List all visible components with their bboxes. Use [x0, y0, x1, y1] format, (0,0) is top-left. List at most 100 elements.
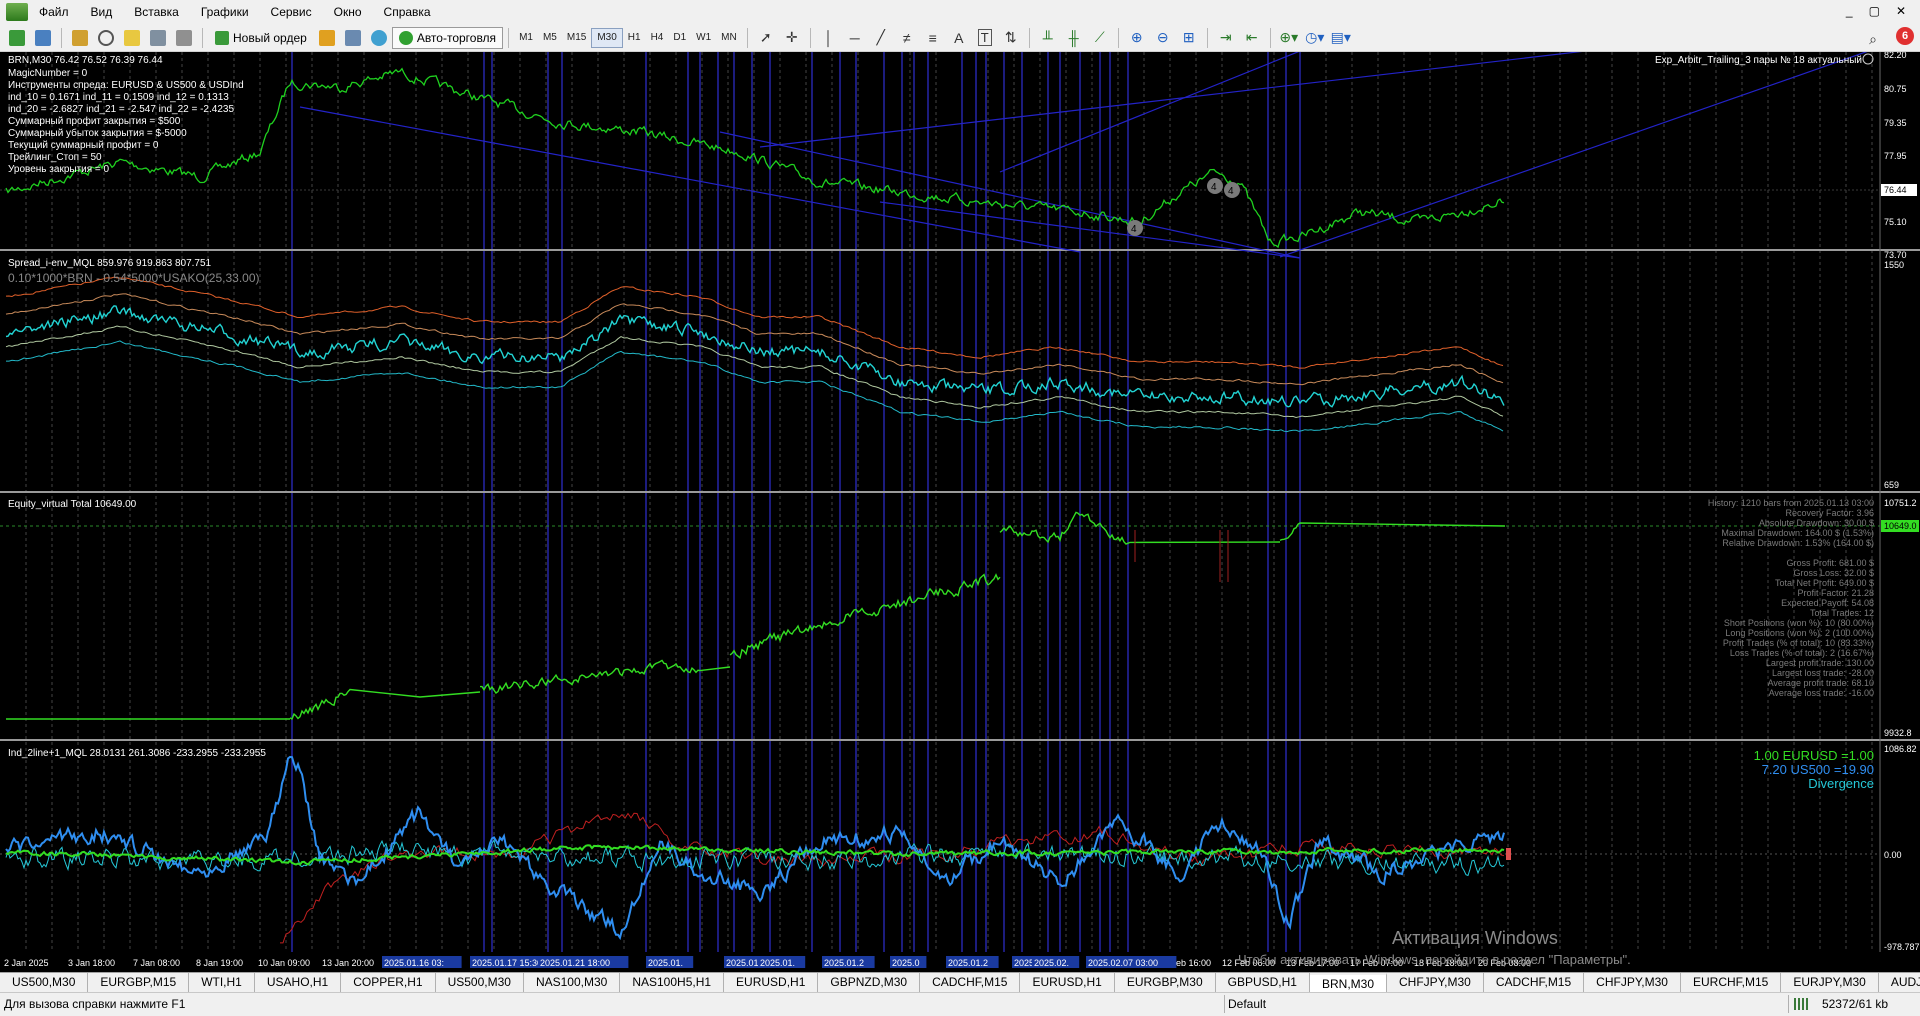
equity-stat: Average profit trade: 68.10 — [1768, 678, 1874, 688]
time-highlight-label: 2025.01.17 15:30 — [472, 958, 542, 968]
panel-header: BRN,M30 76.42 76.52 76.39 76.44 — [8, 55, 163, 66]
tf-w1[interactable]: W1 — [691, 28, 716, 48]
symbol-tab[interactable]: NAS100H5,H1 — [620, 973, 725, 992]
status-profile[interactable]: Default — [1228, 997, 1266, 1011]
tf-h1[interactable]: H1 — [623, 28, 646, 48]
navigator-button[interactable] — [121, 27, 143, 49]
metaeditor-button[interactable] — [316, 27, 338, 49]
tile-windows-button[interactable]: ⊞ — [1178, 27, 1200, 49]
tf-m15[interactable]: M15 — [562, 28, 591, 48]
zoom-in-button[interactable]: ⊕ — [1126, 27, 1148, 49]
arrows-button[interactable]: ⇅ — [1000, 27, 1022, 49]
chart-shift-button[interactable]: ⇤ — [1241, 27, 1263, 49]
osc-end-marker — [1506, 848, 1511, 860]
line-chart-button[interactable]: ⟋ — [1089, 27, 1111, 49]
menu-window[interactable]: Окно — [323, 0, 373, 24]
close-button[interactable]: ✕ — [1896, 4, 1906, 18]
chart-window[interactable]: 4 4 4 BRN,M30 76.42 76.52 76.39 76.44 Ma… — [0, 52, 1920, 972]
signals-button[interactable] — [342, 27, 364, 49]
vertical-line-button[interactable]: │ — [818, 27, 840, 49]
zoom-out-button[interactable]: ⊖ — [1152, 27, 1174, 49]
time-axis-label: 3 Jan 18:00 — [68, 958, 115, 968]
tf-h4[interactable]: H4 — [646, 28, 669, 48]
symbol-tab[interactable]: USAHO,H1 — [255, 973, 342, 992]
market-watch-icon — [72, 29, 88, 46]
symbol-tab[interactable]: WTI,H1 — [189, 973, 255, 992]
symbol-tab[interactable]: EURGBP,M15 — [88, 973, 190, 992]
menu-charts[interactable]: Графики — [190, 0, 260, 24]
price-scale-label: 73.70 — [1884, 250, 1907, 260]
symbol-tab[interactable]: CADCHF,M15 — [920, 973, 1021, 992]
horizontal-line-button[interactable]: ─ — [844, 27, 866, 49]
symbol-tab[interactable]: AUDJPY,M30 — [1879, 973, 1920, 992]
symbol-tab[interactable]: GBPNZD,M30 — [818, 973, 921, 992]
tf-m1[interactable]: M1 — [514, 28, 538, 48]
trendline-button[interactable]: ╱ — [870, 27, 892, 49]
text-button[interactable]: A — [948, 27, 970, 49]
crosshair-button[interactable]: ✛ — [781, 27, 803, 49]
symbol-tab[interactable]: US500,M30 — [436, 973, 524, 992]
new-order-icon — [215, 30, 229, 45]
trade-marker[interactable]: 4 — [1127, 220, 1143, 236]
templates-button[interactable]: ▤▾ — [1330, 27, 1352, 49]
maximize-button[interactable]: ▢ — [1869, 4, 1880, 18]
tf-mn[interactable]: MN — [716, 28, 742, 48]
chart-canvas[interactable]: 4 4 4 BRN,M30 76.42 76.52 76.39 76.44 Ma… — [0, 52, 1920, 972]
terminal-button[interactable] — [147, 27, 169, 49]
menu-file[interactable]: Файл — [28, 0, 80, 24]
new-order-button[interactable]: Новый ордер — [208, 27, 314, 49]
indicators-button[interactable]: ⊕▾ — [1278, 27, 1300, 49]
equity-stat: Largest loss trade: -28.00 — [1772, 668, 1874, 678]
profiles-button[interactable] — [32, 27, 54, 49]
market-button[interactable] — [368, 27, 390, 49]
minimize-button[interactable]: _ — [1846, 4, 1853, 18]
text-icon: A — [954, 29, 964, 46]
cursor-button[interactable]: ➚ — [755, 27, 777, 49]
search-button[interactable]: ⌕ — [1862, 28, 1884, 50]
main-toolbar: Новый ордер Авто-торговля M1 M5 M15 M30 … — [0, 24, 1920, 52]
symbol-tab[interactable]: GBPUSD,H1 — [1216, 973, 1310, 992]
symbol-tab[interactable]: COPPER,H1 — [341, 973, 436, 992]
data-window-button[interactable] — [95, 27, 117, 49]
symbol-tab[interactable]: CADCHF,M15 — [1484, 973, 1585, 992]
candles-button[interactable]: ╫ — [1063, 27, 1085, 49]
periods-button[interactable]: ◷▾ — [1304, 27, 1326, 49]
info-line: Суммарный профит закрытия = $500 — [8, 115, 181, 127]
channel-button[interactable]: ≠ — [896, 27, 918, 49]
osc-legend-divergence: Divergence — [1808, 776, 1874, 791]
symbol-tab[interactable]: CHFJPY,M30 — [1584, 973, 1681, 992]
bar-chart-button[interactable]: ╨ — [1037, 27, 1059, 49]
strategy-tester-button[interactable] — [173, 27, 195, 49]
symbol-tab[interactable]: US500,M30 — [0, 973, 89, 992]
equity-stat: Largest profit trade: 130.00 — [1766, 658, 1874, 668]
trade-marker[interactable]: 4 — [1207, 178, 1223, 194]
tf-d1[interactable]: D1 — [668, 28, 691, 48]
market-watch-button[interactable] — [69, 27, 91, 49]
trade-marker[interactable]: 4 — [1224, 182, 1240, 198]
window-controls: _ ▢ ✕ — [1846, 4, 1906, 18]
new-chart-button[interactable] — [6, 27, 28, 49]
symbol-tab[interactable]: EURGBP,M30 — [1115, 973, 1216, 992]
notification-badge[interactable]: 6 — [1896, 27, 1914, 45]
spread-header: Spread_i-env_MQL 859.976 919.863 807.751 — [8, 258, 212, 269]
autoscroll-button[interactable]: ⇥ — [1215, 27, 1237, 49]
symbol-tab[interactable]: CHFJPY,M30 — [1387, 973, 1484, 992]
auto-trading-button[interactable]: Авто-торговля — [391, 26, 504, 49]
osc-scale-label: 0.00 — [1884, 850, 1902, 860]
status-traffic[interactable]: 52372/61 kb — [1822, 997, 1888, 1011]
symbol-tab[interactable]: EURUSD,H1 — [724, 973, 819, 992]
symbol-tab[interactable]: NAS100,M30 — [524, 973, 621, 992]
tf-m30[interactable]: M30 — [591, 27, 623, 48]
menu-view[interactable]: Вид — [80, 0, 124, 24]
menu-help[interactable]: Справка — [373, 0, 442, 24]
text-label-button[interactable]: T — [974, 27, 996, 49]
symbol-tab[interactable]: EURCHF,M15 — [1681, 973, 1782, 992]
symbol-tab[interactable]: EURUSD,H1 — [1020, 973, 1115, 992]
fibo-button[interactable]: ≡ — [922, 27, 944, 49]
symbol-tab[interactable]: BRN,M30 — [1309, 973, 1387, 992]
symbol-tab[interactable]: EURJPY,M30 — [1781, 973, 1879, 992]
menu-insert[interactable]: Вставка — [123, 0, 190, 24]
tf-m5[interactable]: M5 — [538, 28, 562, 48]
menu-tools[interactable]: Сервис — [260, 0, 323, 24]
tester-icon — [176, 29, 192, 46]
